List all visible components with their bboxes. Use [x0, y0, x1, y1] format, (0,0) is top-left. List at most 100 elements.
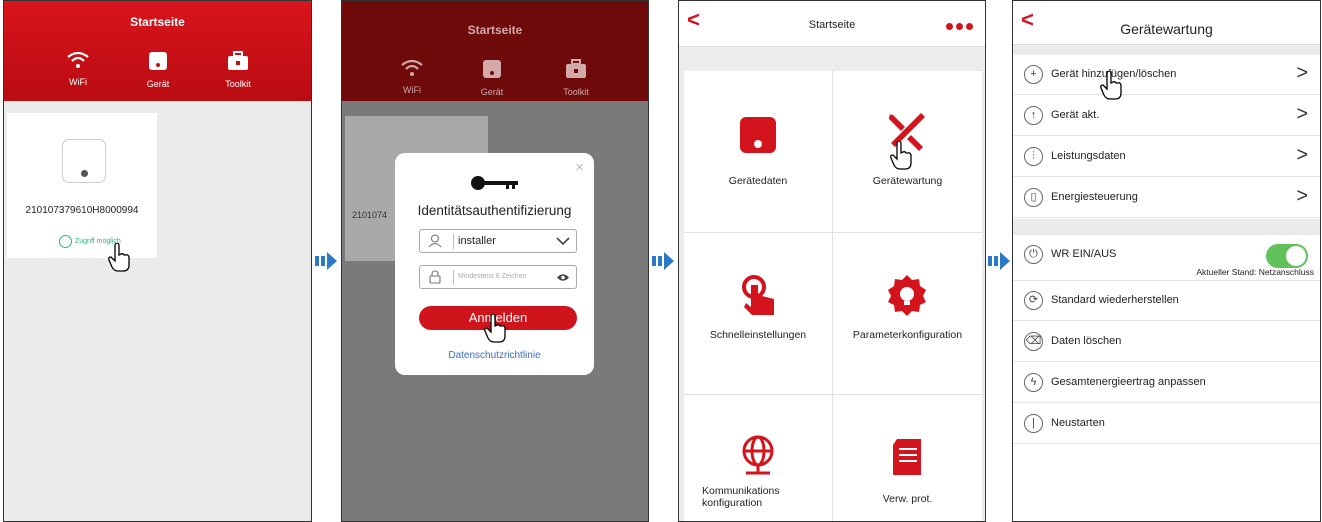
row-label: Neustarten: [1051, 417, 1105, 429]
tab-toolkit-label: Toolkit: [563, 87, 589, 97]
user-icon: [428, 234, 442, 248]
dialog-title: Identitätsauthentifizierung: [417, 203, 572, 218]
chevron-down-icon: [556, 237, 570, 246]
tile-quick-settings[interactable]: Schnelleinstellungen: [684, 233, 833, 395]
privacy-link[interactable]: Datenschutzrichtlinie: [395, 350, 594, 361]
close-icon[interactable]: ×: [575, 159, 584, 176]
page-title: Startseite: [467, 23, 523, 37]
row-energy-control[interactable]: ▯ Energiesteuerung >: [1013, 178, 1320, 218]
screen-device-menu: < Startseite Gerätedaten Gerätewartung S…: [678, 0, 986, 522]
tab-device-label: Gerät: [146, 79, 170, 89]
row-label: Standard wiederherstellen: [1051, 294, 1179, 306]
upload-icon: ↑: [1024, 106, 1043, 125]
tab-device-label: Gerät: [480, 87, 504, 97]
key-icon: [471, 176, 518, 190]
tab-wifi-label: WiFi: [69, 77, 87, 87]
password-field[interactable]: Mindestens 6 Zeichen: [419, 265, 577, 289]
device-icon: [483, 60, 501, 78]
hand-cursor-icon: [1100, 71, 1122, 100]
row-label: Gesamtenergieertrag anpassen: [1051, 376, 1206, 388]
screen-home: Startseite WiFi Gerät Toolkit 2101073796…: [3, 0, 312, 522]
tab-toolkit-label: Toolkit: [225, 79, 251, 89]
toolkit-icon: [566, 59, 586, 78]
user-select[interactable]: installer: [419, 229, 577, 253]
row-label: WR EIN/AUS: [1051, 248, 1117, 260]
device-data-icon: [740, 117, 776, 153]
tab-device: Gerät: [462, 59, 522, 97]
chevron-right-icon: >: [1296, 144, 1308, 166]
tab-toolkit: Toolkit: [546, 59, 606, 97]
lock-icon: [429, 270, 441, 284]
device-serial-partial: 2101074: [352, 210, 388, 220]
tile-label: Gerätedaten: [728, 175, 788, 187]
screen-maintenance: < Gerätewartung + Gerät hinzufügen/lösch…: [1012, 0, 1321, 522]
toolkit-icon: [228, 51, 248, 70]
row-adjust-total-yield[interactable]: ϟ Gesamtenergieertrag anpassen: [1013, 363, 1320, 403]
row-add-remove-device[interactable]: + Gerät hinzufügen/löschen >: [1013, 55, 1320, 95]
row-device-update[interactable]: ↑ Gerät akt. >: [1013, 96, 1320, 136]
tab-device[interactable]: Gerät: [128, 51, 188, 89]
step-arrow-icon: [315, 252, 337, 270]
row-clear-data[interactable]: ⌫ Daten löschen: [1013, 322, 1320, 362]
chevron-right-icon: >: [1296, 103, 1308, 125]
chevron-right-icon: >: [1296, 62, 1308, 84]
password-placeholder: Mindestens 6 Zeichen: [458, 273, 527, 280]
eye-icon[interactable]: [556, 273, 570, 282]
sliders-icon: ⫶: [1024, 147, 1043, 166]
row-label: Gerät akt.: [1051, 109, 1100, 121]
tab-wifi[interactable]: WiFi: [48, 51, 108, 87]
battery-icon: ▯: [1024, 188, 1043, 207]
document-icon: [893, 439, 921, 475]
row-restore-defaults[interactable]: ⟳ Standard wiederherstellen: [1013, 281, 1320, 321]
tile-label: Parameterkonfiguration: [852, 329, 963, 341]
home-header-dimmed: Startseite WiFi Gerät Toolkit: [342, 1, 648, 101]
page-title: Startseite: [808, 19, 856, 31]
settings-bulb-icon: [888, 275, 926, 316]
wifi-icon: [67, 51, 89, 68]
plus-icon: +: [1024, 65, 1043, 84]
maintenance-header: < Gerätewartung: [1013, 1, 1320, 45]
row-label: Leistungsdaten: [1051, 150, 1126, 162]
inverter-toggle[interactable]: [1266, 244, 1308, 268]
device-card[interactable]: 210107379610H8000994 Zugriff möglich: [7, 113, 157, 258]
function-grid: Gerätedaten Gerätewartung Schnelleinstel…: [684, 71, 982, 521]
lightning-icon: ϟ: [1024, 373, 1043, 392]
row-label: Energiesteuerung: [1051, 191, 1138, 203]
more-icon[interactable]: [943, 17, 973, 35]
tile-comm-config[interactable]: Kommunikations konfiguration: [684, 395, 833, 521]
tile-label: Verw. prot.: [882, 493, 933, 505]
device-icon: [149, 52, 167, 70]
chevron-right-icon: >: [1296, 185, 1308, 207]
tab-wifi: WiFi: [382, 59, 442, 95]
tile-label: Schnelleinstellungen: [709, 329, 807, 341]
hand-cursor-icon: [890, 141, 912, 170]
tab-toolkit[interactable]: Toolkit: [208, 51, 268, 89]
user-value: installer: [458, 235, 496, 247]
row-performance-data[interactable]: ⫶ Leistungsdaten >: [1013, 137, 1320, 177]
globe-icon: [742, 435, 774, 475]
row-restart[interactable]: | Neustarten: [1013, 404, 1320, 444]
menu-header: < Startseite: [679, 1, 985, 47]
tile-device-data[interactable]: Gerätedaten: [684, 71, 833, 233]
tile-parameter-config[interactable]: Parameterkonfiguration: [833, 233, 982, 395]
touch-icon: [742, 275, 774, 315]
step-arrow-icon: [652, 252, 674, 270]
screen-login: Startseite WiFi Gerät Toolkit 2101074 × …: [341, 0, 649, 522]
hand-cursor-icon: [484, 314, 506, 343]
tile-label: Gerätewartung: [872, 175, 943, 187]
row-inverter-on-off: ⏻ WR EIN/AUS Aktueller Stand: Netzanschl…: [1013, 235, 1320, 281]
home-header: Startseite WiFi Gerät Toolkit: [4, 1, 311, 101]
access-icon: [59, 235, 72, 248]
tile-log-management[interactable]: Verw. prot.: [833, 395, 982, 521]
page-title: Startseite: [130, 15, 185, 29]
restart-icon: |: [1024, 414, 1043, 433]
inverter-icon: [62, 139, 106, 183]
tab-wifi-label: WiFi: [403, 85, 421, 95]
hand-cursor-icon: [108, 243, 130, 272]
current-state: Aktueller Stand: Netzanschluss: [1196, 267, 1314, 277]
power-icon: ⏻: [1024, 245, 1043, 264]
refresh-icon: ⟳: [1024, 291, 1043, 310]
tile-label: Kommunikations konfiguration: [702, 485, 780, 509]
step-arrow-icon: [988, 252, 1010, 270]
page-title: Gerätewartung: [1120, 21, 1213, 37]
